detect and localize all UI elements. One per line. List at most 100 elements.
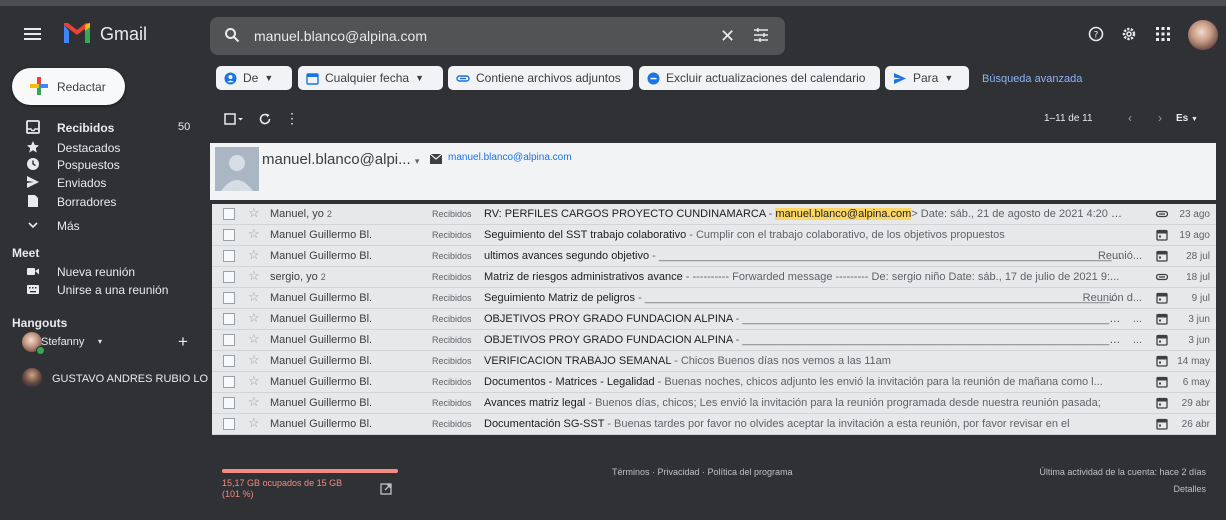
calendar-icon[interactable]	[1156, 376, 1168, 388]
input-language-selector[interactable]: Es ▼	[1176, 113, 1198, 124]
email-label-tag[interactable]: Recibidos	[432, 314, 472, 324]
calendar-icon[interactable]	[1156, 334, 1168, 346]
next-page-icon[interactable]: ›	[1158, 111, 1162, 125]
apps-icon[interactable]	[1155, 26, 1171, 42]
star-icon[interactable]: ☆	[248, 310, 260, 326]
search-options-icon[interactable]	[753, 27, 769, 43]
star-icon[interactable]: ☆	[248, 373, 260, 389]
email-label-tag[interactable]: Recibidos	[432, 293, 472, 303]
star-icon[interactable]: ☆	[248, 226, 260, 242]
star-icon[interactable]: ☆	[248, 205, 260, 221]
email-row[interactable]: ☆ Manuel, yo 2 Recibidos RV: PERFILES CARGO…	[212, 204, 1216, 225]
row-checkbox[interactable]	[223, 313, 235, 325]
contact-email-link[interactable]: manuel.blanco@alpina.com	[448, 152, 572, 163]
row-checkbox[interactable]	[223, 355, 235, 367]
email-row[interactable]: ☆ Manuel Guillermo Bl. Recibidos OBJETIVOS…	[212, 330, 1216, 351]
email-label-tag[interactable]: Recibidos	[432, 251, 472, 261]
contact-name[interactable]: manuel.blanco@alpi... ▾	[262, 151, 419, 168]
filter-to-chip[interactable]: Para ▼	[885, 66, 969, 90]
row-checkbox[interactable]	[223, 334, 235, 346]
sidebar-item-snoozed[interactable]: Pospuestos	[0, 155, 200, 175]
sidebar-item-join-meeting[interactable]: Unirse a una reunión	[0, 280, 200, 300]
filter-attachment-chip[interactable]: Contiene archivos adjuntos	[448, 66, 633, 90]
search-bar[interactable]: manuel.blanco@alpina.com ✕	[210, 17, 785, 55]
sidebar-item-more[interactable]: Más	[0, 216, 200, 236]
gmail-logo-icon[interactable]	[62, 20, 92, 46]
app-name[interactable]: Gmail	[100, 24, 147, 45]
row-checkbox[interactable]	[223, 376, 235, 388]
star-icon[interactable]: ☆	[248, 415, 260, 431]
star-icon[interactable]: ☆	[248, 394, 260, 410]
row-checkbox[interactable]	[223, 208, 235, 220]
sidebar-item-new-meeting[interactable]: Nueva reunión	[0, 262, 200, 282]
calendar-icon[interactable]	[1156, 397, 1168, 409]
previous-page-icon[interactable]: ‹	[1128, 111, 1132, 125]
email-label-tag[interactable]: Recibidos	[432, 335, 472, 345]
hangouts-user[interactable]: Stefanny ▾ +	[22, 332, 192, 355]
sidebar-item-label: Más	[57, 219, 80, 233]
row-checkbox[interactable]	[223, 271, 235, 283]
details-link[interactable]: Detalles	[1173, 484, 1206, 494]
star-icon[interactable]: ☆	[248, 247, 260, 263]
email-label-tag[interactable]: Recibidos	[432, 398, 472, 408]
email-row[interactable]: ☆ Manuel Guillermo Bl. Recibidos OBJETIVOS…	[212, 309, 1216, 330]
help-icon[interactable]: ?	[1088, 26, 1104, 42]
search-icon[interactable]	[224, 27, 240, 43]
email-label-tag[interactable]: Recibidos	[432, 419, 472, 429]
email-snippet: ________________________________________…	[742, 334, 1124, 346]
sidebar-item-drafts[interactable]: Borradores	[0, 192, 200, 212]
select-all-checkbox[interactable]	[224, 112, 246, 131]
email-snippet: > Date: sáb., 21 de agosto de 2021 4:20 …	[911, 208, 1124, 220]
row-checkbox[interactable]	[223, 292, 235, 304]
email-label-tag[interactable]: Recibidos	[432, 356, 472, 366]
clear-search-icon[interactable]: ✕	[720, 26, 735, 47]
email-label-tag[interactable]: Recibidos	[432, 377, 472, 387]
search-input[interactable]: manuel.blanco@alpina.com	[254, 28, 427, 44]
more-options-icon[interactable]: ⋮	[285, 110, 299, 127]
sidebar-item-inbox[interactable]: Recibidos 50	[0, 118, 200, 138]
email-label-tag[interactable]: Recibidos	[432, 230, 472, 240]
settings-icon[interactable]	[1121, 26, 1137, 42]
sidebar-item-sent[interactable]: Enviados	[0, 173, 200, 193]
email-row[interactable]: ☆ Manuel Guillermo Bl. Recibidos Seguimien…	[212, 288, 1216, 309]
email-row[interactable]: ☆ Manuel Guillermo Bl. Recibidos Documenta…	[212, 414, 1216, 435]
calendar-icon[interactable]	[1156, 250, 1168, 262]
row-checkbox[interactable]	[223, 229, 235, 241]
star-icon[interactable]: ☆	[248, 268, 260, 284]
star-icon[interactable]: ☆	[248, 331, 260, 347]
email-row[interactable]: ☆ sergio, yo 2 Recibidos Matriz de riesgos …	[212, 267, 1216, 288]
menu-icon[interactable]	[22, 23, 44, 45]
calendar-icon[interactable]	[1156, 355, 1168, 367]
filter-exclude-calendar-chip[interactable]: Excluir actualizaciones del calendario	[639, 66, 880, 90]
email-row[interactable]: ☆ Manuel Guillermo Bl. Recibidos Avances m…	[212, 393, 1216, 414]
filter-from-chip[interactable]: De ▼	[216, 66, 292, 90]
advanced-search-link[interactable]: Búsqueda avanzada	[982, 73, 1082, 85]
calendar-icon[interactable]	[1156, 229, 1168, 241]
storage-usage-bar[interactable]	[222, 469, 398, 473]
add-contact-icon[interactable]: +	[178, 332, 188, 352]
star-icon[interactable]: ☆	[248, 289, 260, 305]
email-label-tag[interactable]: Recibidos	[432, 272, 472, 282]
star-icon[interactable]: ☆	[248, 352, 260, 368]
email-row[interactable]: ☆ Manuel Guillermo Bl. Recibidos ultimos a…	[212, 246, 1216, 267]
email-row[interactable]: ☆ Manuel Guillermo Bl. Recibidos Seguimien…	[212, 225, 1216, 246]
email-row[interactable]: ☆ Manuel Guillermo Bl. Recibidos Documento…	[212, 372, 1216, 393]
email-label-tag[interactable]: Recibidos	[432, 209, 472, 219]
terms-links[interactable]: Términos · Privacidad · Política del pro…	[612, 467, 793, 477]
row-checkbox[interactable]	[223, 397, 235, 409]
hangouts-contact[interactable]: GUSTAVO ANDRES RUBIO LO	[22, 368, 208, 390]
calendar-icon[interactable]	[1156, 292, 1168, 304]
attachment-icon[interactable]	[1155, 208, 1169, 220]
row-checkbox[interactable]	[223, 250, 235, 262]
email-row[interactable]: ☆ Manuel Guillermo Bl. Recibidos VERIFICAC…	[212, 351, 1216, 372]
compose-button[interactable]: Redactar	[12, 68, 125, 105]
calendar-icon[interactable]	[1156, 313, 1168, 325]
calendar-icon[interactable]	[1156, 418, 1168, 430]
refresh-icon[interactable]	[258, 112, 272, 131]
filter-date-chip[interactable]: Cualquier fecha ▼	[298, 66, 443, 90]
attachment-icon[interactable]	[1155, 271, 1169, 283]
open-in-new-icon[interactable]	[380, 483, 392, 495]
storage-usage-text[interactable]: 15,17 GB ocupados de 15 GB (101 %)	[222, 478, 362, 500]
row-checkbox[interactable]	[223, 418, 235, 430]
account-avatar[interactable]	[1188, 20, 1218, 50]
